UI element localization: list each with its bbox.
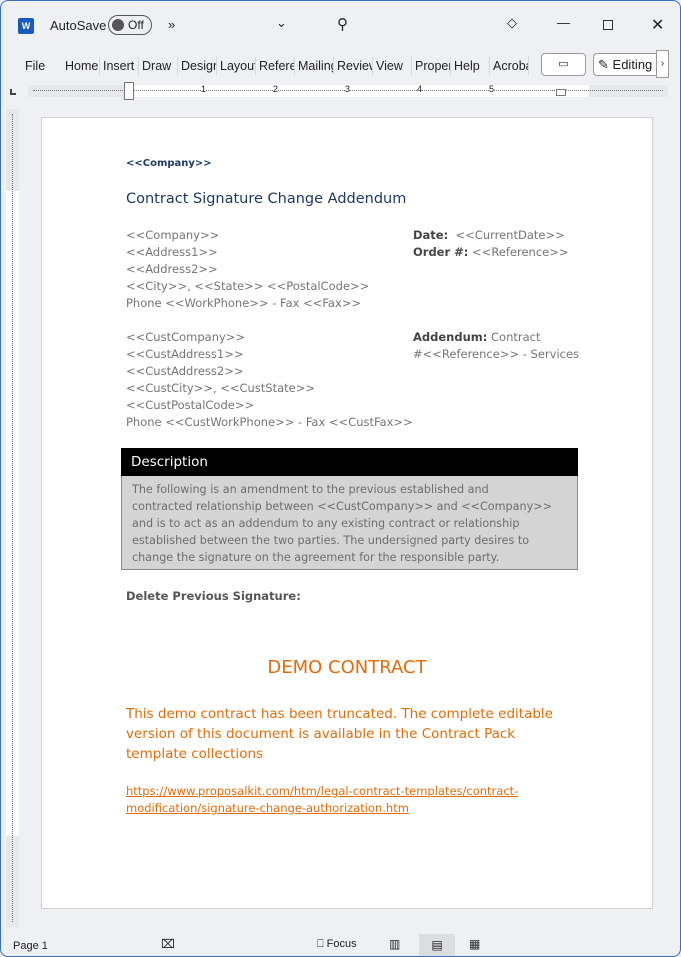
company-header: <<Company>> [126, 158, 212, 169]
indent-marker[interactable] [124, 82, 134, 100]
editing-mode-button[interactable]: ✎ Editing [593, 53, 663, 76]
description-title: Description [131, 454, 208, 470]
demo-line: template collections [126, 746, 264, 762]
order-value: <<Reference>> [472, 245, 569, 259]
address-line: <<CustPostalCode>> [126, 398, 255, 412]
date-value: <<CurrentDate>> [455, 228, 565, 242]
minimize-button[interactable]: — [557, 15, 570, 30]
web-layout-icon[interactable]: ▦ [469, 937, 480, 951]
address-line: Phone <<CustWorkPhone>> - Fax <<CustFax>… [126, 415, 413, 429]
tab-draw[interactable]: Draw [140, 57, 178, 75]
tab-mailings[interactable]: Mailings [296, 57, 334, 75]
tab-selector-icon[interactable] [10, 89, 16, 95]
close-button[interactable]: ✕ [651, 15, 664, 35]
tab-file[interactable]: File [23, 57, 61, 75]
delete-signature-label: Delete Previous Signature: [126, 589, 301, 603]
description-line: established between the two parties. The… [132, 534, 530, 547]
link-line[interactable]: https://www.proposalkit.com/htm/legal-co… [126, 783, 518, 800]
document-title: Contract Signature Change Addendum [126, 191, 407, 207]
read-mode-icon[interactable]: ▥ [389, 937, 400, 951]
maximize-button[interactable] [603, 20, 613, 30]
address-line: <<City>>, <<State>> <<PostalCode>> [126, 279, 370, 293]
focus-button[interactable]: ⎕ Focus [317, 938, 357, 951]
pencil-icon: ✎ [598, 57, 609, 72]
tab-acrobat[interactable]: Acrobat [491, 57, 529, 75]
description-header: Description [121, 448, 578, 476]
tab-layout[interactable]: Layout [218, 57, 256, 75]
ribbon-scroll-right-button[interactable]: › [656, 50, 669, 78]
tab-references[interactable]: References [257, 57, 295, 75]
demo-line: version of this document is available in… [126, 726, 516, 742]
address-line: Phone <<WorkPhone>> - Fax <<Fax>> [126, 296, 362, 310]
more-commands-button[interactable]: » [168, 17, 175, 32]
description-line: and is to act as an addendum to any exis… [132, 517, 520, 530]
focus-icon: ⎕ [317, 938, 324, 950]
horizontal-ruler[interactable]: 1 2 3 4 5 [28, 82, 668, 100]
address-line: <<CustAddress2>> [126, 364, 244, 378]
demo-title: DEMO CONTRACT [267, 657, 427, 678]
description-line: contracted relationship between <<CustCo… [132, 500, 552, 513]
autosave-label: AutoSave [50, 18, 107, 33]
address-line: <<CustCity>>, <<CustState>> [126, 381, 316, 395]
template-link[interactable]: https://www.proposalkit.com/htm/legal-co… [126, 783, 518, 817]
date-order-block: Date: <<CurrentDate>> Order #: <<Referen… [413, 227, 569, 261]
description-body: The following is an amendment to the pre… [121, 476, 578, 570]
link-line[interactable]: modification/signature-change-authorizat… [126, 800, 518, 817]
address-line: <<CustCompany>> [126, 330, 246, 344]
autosave-toggle[interactable]: Off [108, 15, 152, 35]
addendum-label: Addendum: [413, 330, 488, 344]
focus-label: Focus [326, 938, 357, 950]
address-line: <<Address1>> [126, 245, 218, 259]
tab-home[interactable]: Home [63, 57, 100, 75]
editing-label: Editing [612, 57, 653, 72]
ruler-number: 4 [417, 84, 423, 94]
tab-design[interactable]: Design [179, 57, 217, 75]
page-indicator[interactable]: Page 1 [13, 940, 48, 952]
address-line: <<CustAddress1>> [126, 347, 244, 361]
tab-properties[interactable]: Properties [413, 57, 451, 75]
tab-help[interactable]: Help [452, 57, 490, 75]
vertical-ruler[interactable] [6, 109, 19, 927]
tab-review[interactable]: Review [335, 57, 373, 75]
customer-address: <<CustCompany>> <<CustAddress1>> <<CustA… [126, 329, 413, 431]
proofing-icon[interactable]: ⌧ [161, 937, 175, 951]
addendum-value: Contract [491, 330, 541, 344]
right-indent-marker[interactable] [556, 89, 566, 96]
sender-address: <<Company>> <<Address1>> <<Address2>> <<… [126, 227, 369, 312]
ruler-number: 1 [201, 84, 207, 94]
address-line: <<Address2>> [126, 262, 218, 276]
diamond-icon[interactable]: ◇ [507, 15, 517, 31]
tab-view[interactable]: View [374, 57, 412, 75]
tab-insert[interactable]: Insert [101, 57, 139, 75]
search-icon[interactable]: ⚲ [337, 15, 348, 33]
description-line: change the signature on the agreement fo… [132, 551, 500, 564]
addendum-value: #<<Reference>> - Services [413, 347, 580, 361]
demo-line: This demo contract has been truncated. T… [126, 706, 553, 722]
chevron-down-icon[interactable]: ⌄ [276, 15, 287, 31]
demo-notice: This demo contract has been truncated. T… [126, 704, 553, 764]
address-line: <<Company>> [126, 228, 220, 242]
toggle-state: Off [128, 18, 144, 32]
ruler-number: 2 [273, 84, 279, 94]
comments-button[interactable]: ▭ [541, 53, 586, 76]
print-layout-icon[interactable]: ▤ [419, 934, 455, 956]
ruler-number: 3 [345, 84, 351, 94]
order-label: Order #: [413, 245, 469, 259]
addendum-block: Addendum: Contract #<<Reference>> - Serv… [413, 329, 579, 363]
date-label: Date: [413, 228, 449, 242]
word-logo-icon: W [18, 18, 34, 34]
ruler-number: 5 [489, 84, 495, 94]
description-line: The following is an amendment to the pre… [132, 483, 489, 496]
